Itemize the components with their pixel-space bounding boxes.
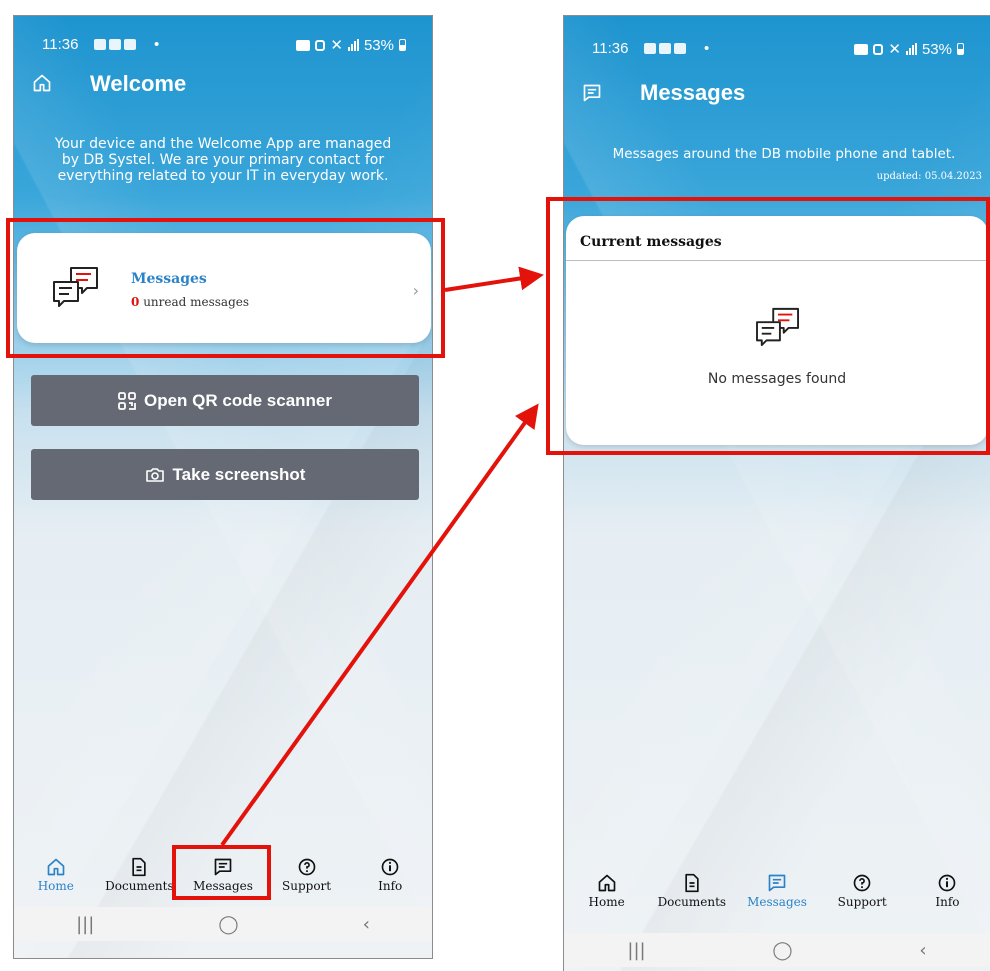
updated-date: updated: 05.04.2023 <box>876 171 982 182</box>
arrow-card-to-messages <box>444 266 544 292</box>
back-icon[interactable]: ‹ <box>919 940 926 961</box>
info-icon <box>939 874 956 892</box>
nav-info[interactable]: Info <box>348 857 432 907</box>
back-icon[interactable]: ‹ <box>363 914 370 935</box>
notification-icons <box>94 39 136 50</box>
nav-messages[interactable]: Messages <box>181 857 265 907</box>
current-messages-card: Current messages No messages found <box>566 216 988 445</box>
take-screenshot-button[interactable]: Take screenshot <box>31 449 419 500</box>
mute-icon: ✕ <box>888 41 901 58</box>
status-time: 11:36 <box>42 36 79 53</box>
empty-state-text: No messages found <box>707 371 847 387</box>
home-button-icon[interactable]: ◯ <box>218 914 238 935</box>
qr-code-icon <box>118 391 136 410</box>
chat-bubbles-icon <box>756 307 799 347</box>
nav-documents[interactable]: Documents <box>649 873 734 923</box>
nav-support[interactable]: Support <box>820 873 905 923</box>
intro-text: Messages around the DB mobile phone and … <box>612 146 956 162</box>
divider <box>566 260 988 261</box>
battery-text: 53% <box>363 36 394 54</box>
system-navigation-bar: ||| ◯ ‹ <box>14 907 432 941</box>
page-title: Welcome <box>90 71 187 96</box>
nav-home[interactable]: Home <box>14 857 98 907</box>
work-profile-icon <box>854 43 869 55</box>
messages-card-title: Messages <box>131 271 207 287</box>
help-icon <box>298 858 315 876</box>
messages-screen: 11:36 • ✕ 53% Messages Messages around t… <box>563 15 990 971</box>
help-icon <box>853 874 871 892</box>
qr-button-label: Open QR code scanner <box>144 390 332 410</box>
lock-icon <box>873 43 884 55</box>
bottom-navigation: Home Documents Messages Support Info <box>14 857 432 907</box>
signal-icon <box>347 39 359 51</box>
screenshot-button-label: Take screenshot <box>172 464 306 484</box>
home-icon[interactable] <box>32 73 52 93</box>
battery-text: 53% <box>921 40 952 58</box>
intro-text: Your device and the Welcome App are mana… <box>54 136 392 184</box>
nav-documents[interactable]: Documents <box>98 857 182 907</box>
status-bar: 11:36 • ✕ 53% <box>592 40 964 60</box>
home-icon <box>47 858 65 876</box>
message-icon[interactable] <box>582 83 602 103</box>
battery-icon <box>399 39 406 51</box>
notification-icons <box>644 43 686 54</box>
current-messages-title: Current messages <box>580 234 722 250</box>
document-icon <box>132 857 147 877</box>
status-bar: 11:36 • ✕ 53% <box>42 36 406 56</box>
unread-summary: 0 unread messages <box>131 295 249 309</box>
nav-home[interactable]: Home <box>564 873 649 923</box>
nav-info[interactable]: Info <box>905 873 990 923</box>
unread-count: 0 <box>131 295 140 309</box>
status-time: 11:36 <box>592 40 629 57</box>
message-icon <box>768 874 786 892</box>
chat-bubbles-icon <box>53 267 98 307</box>
message-icon <box>214 858 232 876</box>
nav-messages[interactable]: Messages <box>734 873 819 923</box>
home-icon <box>598 874 615 892</box>
nav-support[interactable]: Support <box>265 857 349 907</box>
battery-icon <box>957 43 964 55</box>
qr-scanner-button[interactable]: Open QR code scanner <box>31 375 419 426</box>
work-profile-icon <box>296 39 311 51</box>
recent-apps-icon[interactable]: ||| <box>627 940 645 961</box>
unread-label: unread messages <box>143 295 250 309</box>
camera-icon <box>145 467 164 482</box>
chevron-right-icon: › <box>412 281 419 300</box>
lock-icon <box>315 39 326 51</box>
signal-icon <box>905 43 917 55</box>
messages-card[interactable]: Messages 0 unread messages › <box>17 233 431 343</box>
home-button-icon[interactable]: ◯ <box>772 940 792 961</box>
system-navigation-bar: ||| ◯ ‹ <box>564 933 990 967</box>
page-title: Messages <box>640 80 746 105</box>
info-icon <box>381 858 399 876</box>
mute-icon: ✕ <box>330 37 343 54</box>
document-icon <box>685 873 699 893</box>
recent-apps-icon[interactable]: ||| <box>76 914 94 935</box>
bottom-navigation: Home Documents Messages Support Info <box>564 873 990 923</box>
welcome-screen: 11:36 • ✕ 53% Welcome Your device and th… <box>13 15 433 959</box>
